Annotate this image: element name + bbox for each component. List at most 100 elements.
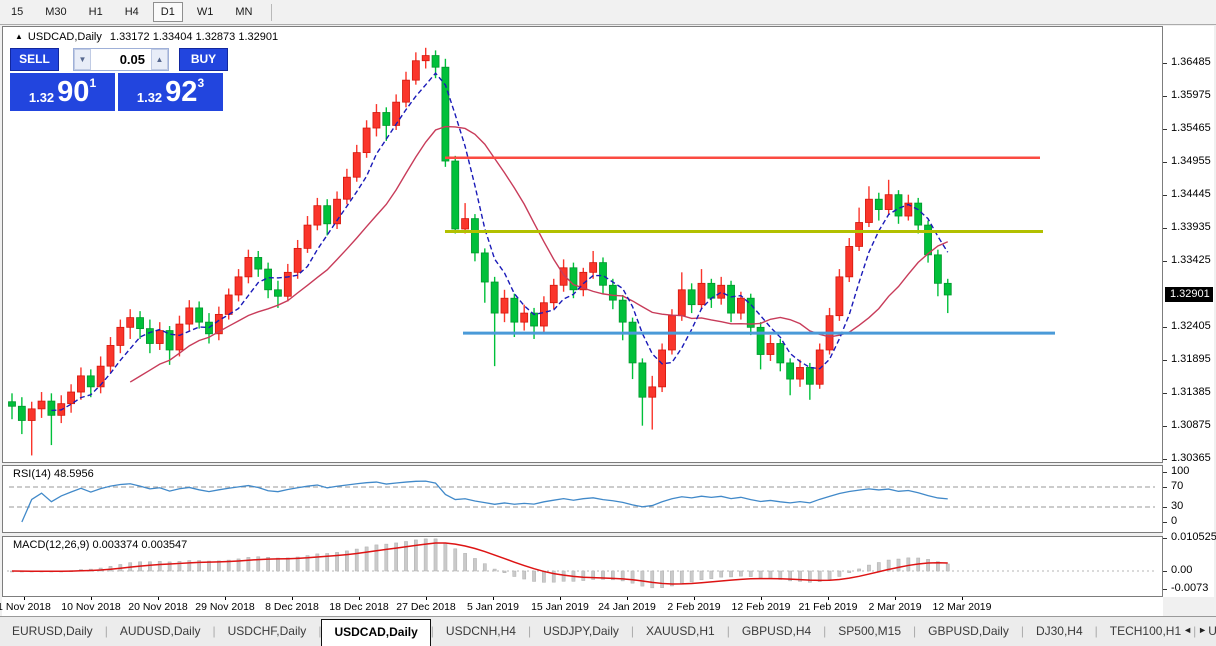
- current-price-box: 1.32901: [1165, 287, 1213, 302]
- rsi-scale-label: 100: [1171, 465, 1189, 477]
- date-axis-tick: [694, 597, 695, 600]
- collapse-triangle-icon[interactable]: ▲: [15, 32, 23, 41]
- price-axis-label: 1.34445: [1171, 188, 1211, 200]
- sell-price-prefix: 1.32: [29, 90, 54, 105]
- price-axis-label: 1.35465: [1171, 122, 1211, 134]
- one-click-trade-panel: SELL ▼ ▲ BUY 1.32 90 1 1.32 92 3: [10, 47, 228, 111]
- date-axis-label: 12 Mar 2019: [933, 601, 992, 613]
- tab-gbpusd-daily[interactable]: GBPUSD,Daily: [916, 617, 1021, 646]
- price-axis-tick: [1163, 589, 1167, 590]
- timeframe-button-15[interactable]: 15: [3, 2, 31, 22]
- date-axis-tick: [24, 597, 25, 600]
- date-axis-tick: [292, 597, 293, 600]
- price-axis-label: 1.36485: [1171, 56, 1211, 68]
- rsi-label: RSI(14) 48.5956: [13, 468, 94, 480]
- timeframe-button-d1[interactable]: D1: [153, 2, 183, 22]
- date-axis-label: 15 Jan 2019: [531, 601, 589, 613]
- price-axis-tick: [1163, 327, 1167, 328]
- date-axis-label: 2 Mar 2019: [868, 601, 921, 613]
- price-axis-label: 1.31895: [1171, 353, 1211, 365]
- chart-ohlc-values: 1.33172 1.33404 1.32873 1.32901: [110, 31, 278, 43]
- price-axis-label: 1.30365: [1171, 452, 1211, 464]
- price-axis-tick: [1163, 162, 1167, 163]
- date-axis-label: 2 Feb 2019: [667, 601, 720, 613]
- sell-price-big: 90: [57, 76, 89, 108]
- price-axis-tick: [1163, 129, 1167, 130]
- timeframe-button-h1[interactable]: H1: [81, 2, 111, 22]
- timeframe-toolbar: 15 M30 H1 H4 D1 W1MN: [0, 0, 1216, 25]
- date-axis-tick: [426, 597, 427, 600]
- date-axis-label: 20 Nov 2018: [128, 601, 188, 613]
- date-axis-label: 21 Feb 2019: [799, 601, 858, 613]
- date-axis-tick: [828, 597, 829, 600]
- date-axis-tick: [359, 597, 360, 600]
- date-axis-label: 1 Nov 2018: [0, 601, 51, 613]
- date-axis-label: 24 Jan 2019: [598, 601, 656, 613]
- tab-dj30-h4[interactable]: DJ30,H4: [1024, 617, 1095, 646]
- date-axis-tick: [560, 597, 561, 600]
- tab-xauusd-h1[interactable]: XAUUSD,H1: [634, 617, 727, 646]
- timeframe-button-h4[interactable]: H4: [117, 2, 147, 22]
- price-axis-tick: [1163, 487, 1167, 488]
- buy-price-sup: 3: [197, 76, 204, 90]
- price-axis-tick: [1163, 63, 1167, 64]
- tab-usdcnh-h4[interactable]: USDCNH,H4: [434, 617, 528, 646]
- price-axis-tick: [1163, 538, 1167, 539]
- lot-decrease-icon[interactable]: ▼: [74, 49, 91, 70]
- price-axis-label: 1.33425: [1171, 254, 1211, 266]
- price-axis-label: 1.32405: [1171, 320, 1211, 332]
- price-axis-tick: [1163, 459, 1167, 460]
- tab-sp500-m15[interactable]: SP500,M15: [826, 617, 913, 646]
- price-axis-tick: [1163, 96, 1167, 97]
- lot-size-stepper: ▼ ▲: [73, 48, 169, 71]
- lot-increase-icon[interactable]: ▲: [151, 49, 168, 70]
- buy-price-tile[interactable]: 1.32 92 3: [118, 73, 223, 111]
- rsi-chart: [3, 466, 1162, 532]
- tab-eurusd-daily[interactable]: EURUSD,Daily: [0, 617, 105, 646]
- timeframe-button-w1[interactable]: W1: [189, 2, 222, 22]
- lot-size-input[interactable]: [91, 49, 151, 70]
- price-axis-tick: [1163, 507, 1167, 508]
- date-axis-tick: [225, 597, 226, 600]
- tab-audusd-daily[interactable]: AUDUSD,Daily: [108, 617, 213, 646]
- price-axis-label: 1.31385: [1171, 386, 1211, 398]
- toolbar-separator: [271, 4, 272, 21]
- sell-button[interactable]: SELL: [10, 48, 59, 71]
- tab-scroll-arrows[interactable]: ◄►: [1183, 625, 1213, 635]
- macd-scale-label: 0.010525: [1171, 531, 1216, 543]
- macd-scale-label: -0.0073: [1171, 582, 1208, 594]
- rsi-scale-label: 70: [1171, 480, 1183, 492]
- date-axis-tick: [761, 597, 762, 600]
- price-axis-tick: [1163, 393, 1167, 394]
- price-axis-label: 1.30875: [1171, 419, 1211, 431]
- date-axis-tick: [962, 597, 963, 600]
- tab-gbpusd-h4[interactable]: GBPUSD,H4: [730, 617, 823, 646]
- price-axis-tick: [1163, 426, 1167, 427]
- buy-price-big: 92: [165, 76, 197, 108]
- timeframe-button-m30[interactable]: M30: [37, 2, 74, 22]
- rsi-indicator-panel: RSI(14) 48.5956: [2, 465, 1163, 533]
- macd-label: MACD(12,26,9) 0.003374 0.003547: [13, 539, 187, 551]
- price-axis-tick: [1163, 228, 1167, 229]
- tab-usdchf-daily[interactable]: USDCHF,Daily: [216, 617, 319, 646]
- date-axis: 1 Nov 201810 Nov 201820 Nov 201829 Nov 2…: [2, 597, 1163, 616]
- macd-scale-label: 0.00: [1171, 564, 1192, 576]
- date-axis-label: 12 Feb 2019: [732, 601, 791, 613]
- tab-usdjpy-daily[interactable]: USDJPY,Daily: [531, 617, 631, 646]
- chart-title: ▲USDCAD,Daily1.33172 1.33404 1.32873 1.3…: [15, 31, 278, 43]
- timeframe-button-mn[interactable]: MN: [227, 2, 260, 22]
- date-axis-label: 8 Dec 2018: [265, 601, 319, 613]
- price-axis-tick: [1163, 571, 1167, 572]
- rsi-scale-label: 0: [1171, 515, 1177, 527]
- price-axis-label: 1.35975: [1171, 89, 1211, 101]
- date-axis-tick: [91, 597, 92, 600]
- tab-tech100-h1[interactable]: TECH100,H1: [1098, 617, 1193, 646]
- rsi-scale-label: 30: [1171, 500, 1183, 512]
- price-axis-label: 1.34955: [1171, 155, 1211, 167]
- chart-tab-bar: EURUSD,Daily|AUDUSD,Daily|USDCHF,Daily|U…: [0, 616, 1216, 646]
- tab-usdcad-daily[interactable]: USDCAD,Daily: [321, 619, 430, 646]
- date-axis-tick: [627, 597, 628, 600]
- buy-button[interactable]: BUY: [179, 48, 228, 71]
- buy-price-prefix: 1.32: [137, 90, 162, 105]
- sell-price-tile[interactable]: 1.32 90 1: [10, 73, 115, 111]
